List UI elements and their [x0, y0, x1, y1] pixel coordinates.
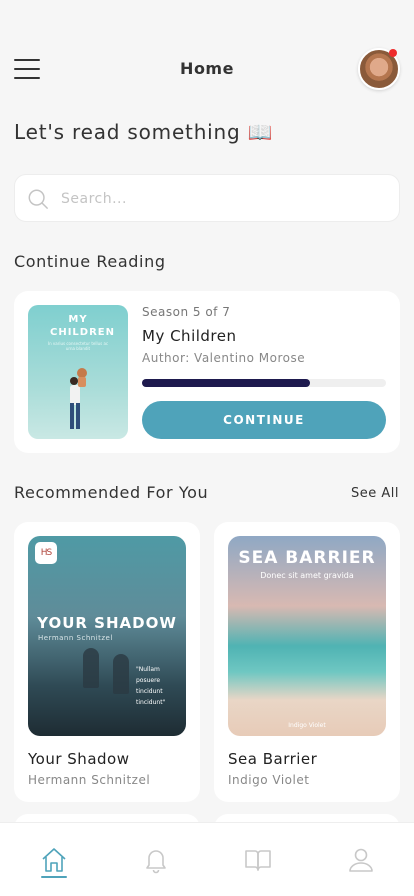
reading-progress-bar: [142, 379, 386, 387]
bell-icon[interactable]: [141, 845, 171, 875]
book-title: Sea Barrier: [228, 750, 318, 768]
publisher-badge: HS: [35, 542, 57, 564]
continue-button[interactable]: CONTINUE: [142, 401, 386, 439]
search-bar[interactable]: [14, 174, 400, 222]
notification-dot: [389, 49, 397, 57]
season-label: Season 5 of 7: [142, 305, 231, 319]
book-author: Hermann Schnitzel: [28, 773, 151, 787]
cover-author: Hermann Schnitzel: [38, 634, 113, 642]
book-cover-my-children[interactable]: MY CHILDREN In varius consectetur tellus…: [28, 305, 128, 439]
silhouette-figure: [113, 654, 129, 694]
continue-reading-title: Continue Reading: [14, 252, 166, 271]
cover-subtitle: Donec sit amet gravida: [260, 571, 354, 580]
open-book-icon[interactable]: [243, 845, 273, 875]
book-title: My Children: [142, 327, 237, 345]
silhouette-figure: [83, 648, 99, 688]
cover-title: YOUR SHADOW: [37, 614, 177, 632]
mother-child-illustration: [70, 368, 87, 429]
active-tab-indicator: [41, 876, 67, 878]
book-title: Your Shadow: [28, 750, 130, 768]
header: Home: [0, 44, 414, 96]
cover-author: Indigo Violet: [288, 722, 326, 729]
book-author: Author: Valentino Morose: [142, 351, 306, 365]
user-icon[interactable]: [346, 845, 376, 875]
see-all-link[interactable]: See All: [351, 486, 399, 501]
home-icon[interactable]: [39, 845, 69, 875]
book-author: Indigo Violet: [228, 773, 310, 787]
search-icon: [28, 189, 48, 209]
cover-quote: "Nullam posuere tincidunt tincidunt": [136, 666, 166, 706]
bottom-navigation: [0, 822, 414, 896]
greeting-heading: Let's read something 📖: [14, 120, 274, 144]
reading-progress-fill: [142, 379, 311, 387]
cover-title: SEA BARRIER: [238, 548, 376, 568]
book-cover-sea-barrier[interactable]: SEA BARRIER Donec sit amet gravida Indig…: [228, 536, 386, 736]
recommended-title: Recommended For You: [14, 483, 209, 502]
book-card-sea-barrier[interactable]: SEA BARRIER Donec sit amet gravida Indig…: [214, 522, 400, 802]
cover-title: MY CHILDREN: [50, 314, 116, 338]
continue-reading-card[interactable]: MY CHILDREN In varius consectetur tellus…: [14, 291, 400, 453]
book-cover-your-shadow[interactable]: HS YOUR SHADOW Hermann Schnitzel "Nullam…: [28, 536, 186, 736]
search-input[interactable]: [61, 187, 381, 211]
book-card-your-shadow[interactable]: HS YOUR SHADOW Hermann Schnitzel "Nullam…: [14, 522, 200, 802]
page-title: Home: [180, 59, 234, 78]
cover-subtitle: In varius consectetur tellus ac urna bla…: [47, 341, 109, 351]
